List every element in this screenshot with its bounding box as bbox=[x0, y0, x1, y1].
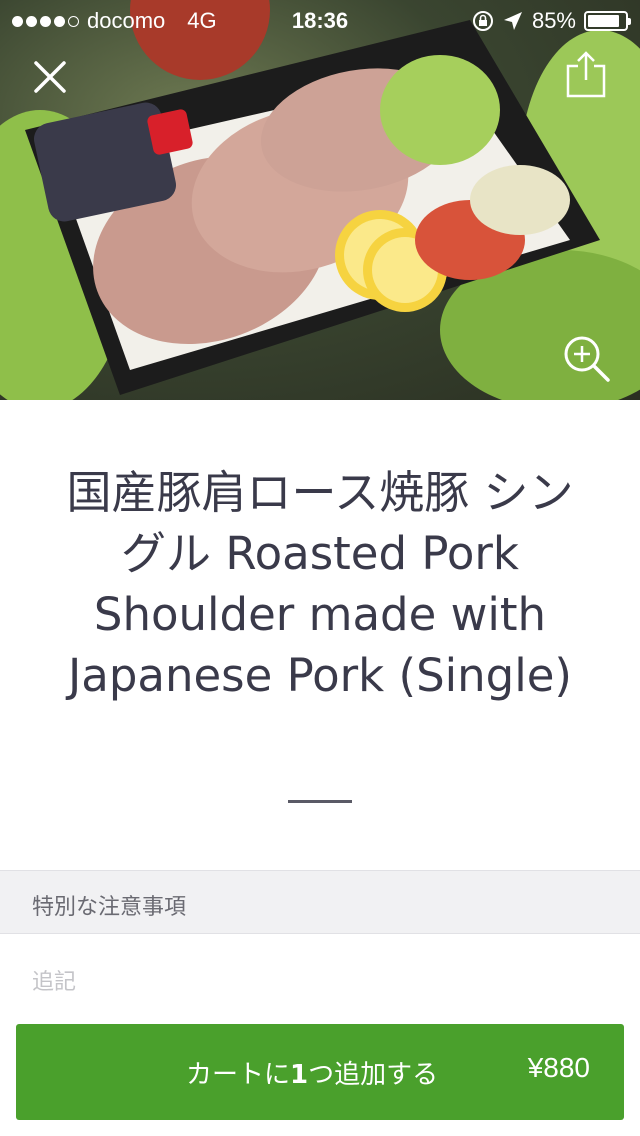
zoom-in-icon[interactable] bbox=[560, 332, 612, 384]
special-instructions-header: 特別な注意事項 bbox=[0, 870, 640, 934]
add-to-cart-button[interactable]: カートに1つ追加する ¥880 bbox=[16, 1024, 624, 1120]
battery-percent: 85% bbox=[531, 8, 576, 33]
title-divider bbox=[288, 800, 352, 803]
location-arrow-icon bbox=[503, 12, 522, 30]
add-to-cart-label: カートに1つ追加する bbox=[186, 1060, 439, 1090]
cart-quantity: 1 bbox=[290, 1060, 309, 1090]
cart-price: ¥880 bbox=[527, 1052, 590, 1083]
close-icon[interactable] bbox=[28, 55, 72, 99]
special-instructions-label: 特別な注意事項 bbox=[32, 895, 187, 920]
item-title: 国産豚肩ロース焼豚 シングル Roasted Pork Shoulder mad… bbox=[66, 466, 574, 702]
rotation-lock-icon bbox=[472, 11, 493, 31]
special-instructions-input[interactable] bbox=[32, 962, 608, 1002]
status-bar: docomo 4G 18:36 85% bbox=[0, 0, 640, 40]
item-photo[interactable]: docomo 4G 18:36 85% bbox=[0, 0, 640, 400]
battery-icon bbox=[584, 11, 631, 31]
bento-photo-illustration bbox=[0, 0, 640, 400]
share-icon[interactable] bbox=[560, 50, 610, 100]
